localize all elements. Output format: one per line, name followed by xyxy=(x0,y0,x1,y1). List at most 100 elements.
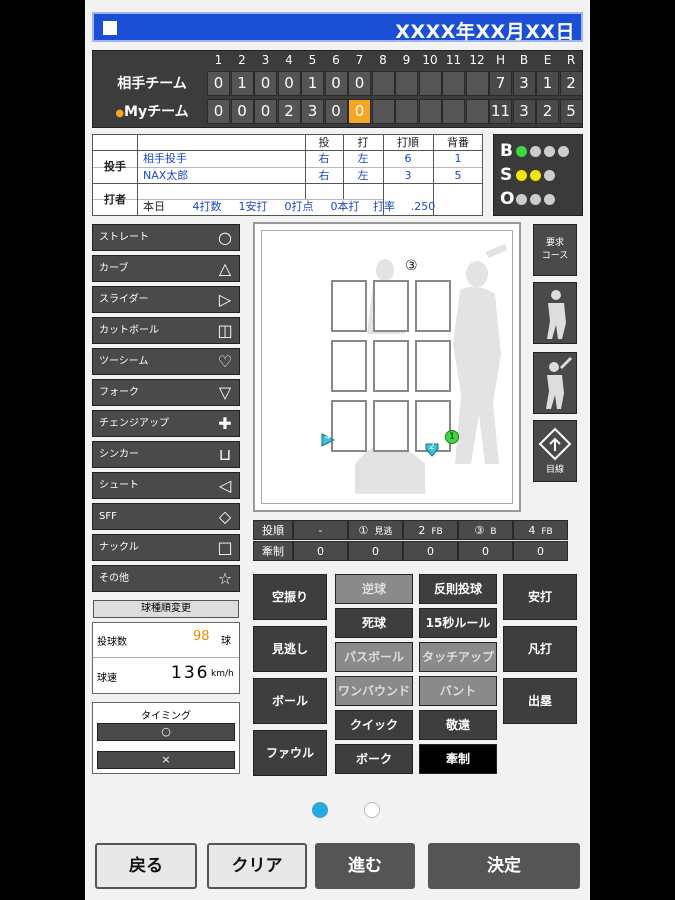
today-hits: 1安打 xyxy=(238,200,268,213)
zone-cell-3[interactable] xyxy=(415,280,451,332)
action-col3-1[interactable]: 15秒ルール xyxy=(419,608,497,638)
clear-button[interactable]: クリア xyxy=(207,843,307,889)
timing-bad-button[interactable]: × xyxy=(97,751,235,769)
action-col3-5[interactable]: 牽制 xyxy=(419,744,497,774)
zone-cell-5[interactable] xyxy=(373,340,409,392)
pitch-type-7[interactable]: シンカー ⊔ xyxy=(92,441,240,468)
log-entry-text: FB xyxy=(541,527,553,537)
pitch-type-5[interactable]: フォーク ▽ xyxy=(92,379,240,406)
pitch-type-11[interactable]: その他 ☆ xyxy=(92,565,240,592)
pitch-type-label: ナックル xyxy=(99,542,139,553)
pitch-type-1[interactable]: カーブ △ xyxy=(92,255,240,282)
batter-name[interactable]: NAX太郎 xyxy=(143,168,303,184)
menu-square-icon[interactable] xyxy=(103,21,117,35)
action-col3-4[interactable]: 敬遠 xyxy=(419,710,497,740)
pitch-type-10[interactable]: ナックル □ xyxy=(92,534,240,561)
pitch-type-8[interactable]: シュート ◁ xyxy=(92,472,240,499)
action-col2-4[interactable]: クイック xyxy=(335,710,413,740)
pitch-type-0[interactable]: ストレート ○ xyxy=(92,224,240,251)
action-col1-1[interactable]: 見逃し xyxy=(253,626,327,672)
score-cell: 0 xyxy=(230,99,254,124)
action-col3-3[interactable]: バント xyxy=(419,676,497,706)
action-col3-2[interactable]: タッチアップ xyxy=(419,642,497,672)
pitcher-view-button[interactable] xyxy=(533,282,577,344)
zone-cell-1[interactable] xyxy=(331,280,367,332)
pitch-mark-2[interactable]: 2 xyxy=(425,442,439,457)
pitch-type-2[interactable]: スライダー ▷ xyxy=(92,286,240,313)
zone-cell-6[interactable] xyxy=(415,340,451,392)
pitch-shape-icon: ○ xyxy=(218,228,232,247)
zone-cell-4[interactable] xyxy=(331,340,367,392)
col-header-bat: 打 xyxy=(357,136,369,149)
page-dot-1[interactable] xyxy=(312,802,328,818)
action-col4-1[interactable]: 凡打 xyxy=(503,626,577,672)
today-label: 本日 xyxy=(143,200,165,213)
inning-header-3: 3 xyxy=(261,53,270,67)
out-label: O xyxy=(500,189,515,209)
zone-cell-8[interactable] xyxy=(373,400,409,452)
action-col2-2[interactable]: パスボール xyxy=(335,642,413,672)
batter-view-button[interactable] xyxy=(533,352,577,414)
log-entry-text: ① xyxy=(358,524,369,537)
page-dot-2[interactable] xyxy=(364,802,380,818)
sightline-button[interactable]: 目線 xyxy=(533,420,577,482)
requested-course-button[interactable]: 要求 コース xyxy=(533,224,577,276)
confirm-button[interactable]: 決定 xyxy=(428,843,580,889)
action-col2-0[interactable]: 逆球 xyxy=(335,574,413,604)
score-cell: 2 xyxy=(559,71,583,96)
pitch-shape-icon: ⊔ xyxy=(218,445,232,464)
action-col1-0[interactable]: 空振り xyxy=(253,574,327,620)
log-entry-text: 2 xyxy=(418,524,426,537)
log-pickoff-0: 0 xyxy=(293,541,348,561)
o-count-dot xyxy=(516,194,527,205)
inning-header-11: 11 xyxy=(445,53,462,67)
back-button[interactable]: 戻る xyxy=(95,843,197,889)
s-count-dot xyxy=(544,170,555,181)
timing-good-button[interactable]: ○ xyxy=(97,723,235,741)
score-cell xyxy=(418,99,442,124)
action-col4-0[interactable]: 安打 xyxy=(503,574,577,620)
today-rbi: 0打点 xyxy=(284,200,314,213)
score-cell xyxy=(442,99,465,124)
b-count-dot xyxy=(544,146,555,157)
pitch-mark-4[interactable]: 4 xyxy=(321,432,336,447)
score-cell: 11 xyxy=(489,99,512,124)
pitcher-order: 6 xyxy=(404,152,412,165)
action-col2-5[interactable]: ボーク xyxy=(335,744,413,774)
pitch-type-6[interactable]: チェンジアップ ✚ xyxy=(92,410,240,437)
inning-header-R: R xyxy=(566,53,576,67)
pitch-type-9[interactable]: SFF ◇ xyxy=(92,503,240,530)
pitch-type-label: スライダー xyxy=(99,294,149,305)
pitcher-name[interactable]: 相手投手 xyxy=(143,151,303,167)
score-cell: 0 xyxy=(324,71,348,96)
action-col4-2[interactable]: 出塁 xyxy=(503,678,577,724)
action-col1-3[interactable]: ファウル xyxy=(253,730,327,776)
action-col2-3[interactable]: ワンバウンド xyxy=(335,676,413,706)
next-button[interactable]: 進む xyxy=(315,843,415,889)
log-entry-text: - xyxy=(318,524,323,537)
score-cell: 0 xyxy=(348,71,371,96)
pitch-type-label: ストレート xyxy=(99,232,149,243)
pitch-shape-icon: ◇ xyxy=(218,507,232,526)
s-count-dot xyxy=(516,170,527,181)
action-col1-2[interactable]: ボール xyxy=(253,678,327,724)
pitch-stats-panel: 投球数 98 球 球速 136 km/h xyxy=(92,622,240,694)
col-header-number: 背番 xyxy=(447,136,469,149)
log-entry-text: 4 xyxy=(528,524,536,537)
action-col2-1[interactable]: 死球 xyxy=(335,608,413,638)
score-cell xyxy=(371,99,395,124)
change-pitch-order-button[interactable]: 球種順変更 xyxy=(93,600,239,618)
zone-cell-7[interactable] xyxy=(331,400,367,452)
pitch-mark-1[interactable]: 1 xyxy=(445,430,459,444)
pitch-type-3[interactable]: カットボール ◫ xyxy=(92,317,240,344)
scoreboard: 1 2 3 4 5 6 7 8 9 10 11 12 H B E R 相手チーム 0 1 0 0 1 0 0 7 3 1 2 ●Myチー… xyxy=(92,50,583,128)
zone-cell-2[interactable] xyxy=(373,280,409,332)
pitch-type-label: シュート xyxy=(99,480,139,491)
pitcher-throw: 右 xyxy=(318,152,330,165)
pitch-type-4[interactable]: ツーシーム ♡ xyxy=(92,348,240,375)
action-col3-0[interactable]: 反則投球 xyxy=(419,574,497,604)
batter-throw: 右 xyxy=(318,169,330,182)
s-count-dot xyxy=(530,170,541,181)
o-count-dot xyxy=(544,194,555,205)
strike-zone-panel[interactable]: ③ 4 2 1 xyxy=(253,222,521,512)
